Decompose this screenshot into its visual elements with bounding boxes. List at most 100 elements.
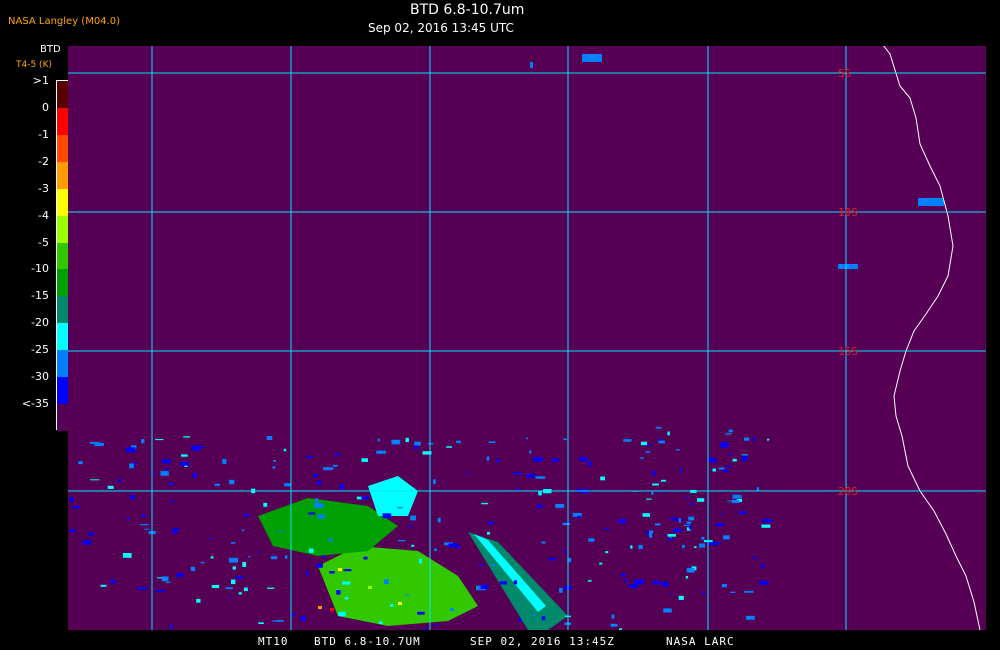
cloud-speckle — [229, 479, 235, 485]
cloud-speckle — [339, 484, 345, 490]
cloud-speckle — [180, 461, 189, 466]
cloud-speckle — [495, 459, 500, 462]
cloud-speckle — [228, 597, 233, 599]
cloud-speckle — [487, 531, 490, 535]
cloud-speckle — [314, 503, 325, 508]
cloud-speckle — [437, 517, 441, 523]
cloud-speckle — [69, 497, 74, 502]
cloud-speckle — [417, 611, 425, 615]
cloud-speckle — [228, 557, 238, 563]
cloud-speckle — [418, 558, 423, 564]
cloud-speckle — [155, 439, 164, 441]
cloud-speckle — [361, 496, 369, 500]
cloud-speckle — [683, 519, 686, 521]
satellite-map: 15W 10W 5W 0 5E 10E 5S 10S 15S 20S — [68, 46, 986, 630]
longitude-label: 10E — [840, 46, 860, 47]
cloud-speckle — [127, 517, 130, 521]
legend-label: 0 — [42, 100, 49, 114]
cloud-speckle — [306, 571, 309, 576]
footer-datetime: SEP 02, 2016 13:45Z — [470, 635, 615, 648]
cloud-speckle — [530, 62, 533, 68]
cloud-speckle — [243, 587, 248, 592]
cloud-speckle — [410, 515, 416, 521]
cloud-speckle — [645, 531, 649, 535]
cloud-speckle — [512, 472, 523, 475]
cloud-speckle — [678, 595, 684, 600]
cloud-speckle — [313, 474, 318, 478]
cloud-speckle — [738, 511, 747, 514]
cloud-speckle — [241, 529, 245, 532]
cloud-speckle — [667, 431, 670, 436]
cloud-speckle — [424, 627, 427, 630]
cloud-speckle — [532, 614, 536, 617]
cloud-speckle — [343, 569, 352, 572]
cloud-speckle — [541, 541, 546, 544]
cloud-speckle — [663, 608, 672, 613]
cloud-speckle — [499, 581, 507, 585]
cloud-speckle — [486, 456, 490, 461]
cloud-speckle — [582, 54, 602, 62]
cloud-speckle — [100, 584, 107, 587]
cloud-speckle — [599, 562, 603, 565]
legend-label: -10 — [31, 262, 49, 276]
cloud-speckle — [481, 502, 489, 505]
cloud-speckle — [753, 437, 757, 441]
cloud-speckle — [488, 521, 494, 525]
cloud-speckle — [605, 551, 609, 554]
cloud-speckle — [744, 437, 750, 441]
cloud-speckle — [384, 579, 389, 584]
cloud-speckle — [243, 514, 250, 517]
legend-unit: T4-5 (K) — [16, 60, 52, 70]
cloud-speckle — [682, 544, 685, 548]
cloud-speckle — [284, 483, 291, 487]
cloud-speckle — [715, 523, 725, 527]
cloud-speckle — [433, 479, 436, 484]
cloud-speckle — [196, 598, 201, 603]
cloud-speckle — [171, 499, 174, 503]
cloud-speckle — [492, 564, 496, 567]
cloud-speckle — [165, 467, 169, 471]
cloud-speckle — [155, 589, 165, 592]
cloud-speckle — [634, 579, 644, 585]
cloud-speckle — [466, 471, 469, 474]
cloud-speckle — [284, 555, 288, 559]
cloud-speckle — [338, 568, 342, 571]
cloud-speckle — [141, 514, 146, 518]
cloud-speckle — [398, 602, 402, 605]
cloud-speckle — [300, 616, 306, 621]
cloud-speckle — [480, 584, 489, 589]
cloud-speckle — [661, 479, 667, 482]
cloud-speckle — [308, 512, 316, 515]
cloud-speckle — [334, 453, 341, 456]
cloud-speckle — [129, 463, 134, 469]
cloud-speckle — [434, 624, 439, 626]
cloud-speckle — [411, 544, 415, 547]
cloud-speckle — [161, 459, 171, 464]
cloud-speckle — [630, 545, 633, 549]
cloud-speckle — [728, 453, 733, 455]
legend-label: -1 — [38, 127, 49, 141]
credit-label: NASA Langley (M04.0) — [8, 16, 120, 27]
legend-label: -30 — [31, 370, 49, 384]
legend-label: -15 — [31, 289, 49, 303]
cloud-speckle — [767, 438, 770, 441]
cloud-speckle — [88, 532, 94, 536]
cloud-speckle — [270, 556, 278, 560]
cloud-speckle — [72, 505, 80, 509]
cloud-speckle — [563, 550, 567, 553]
cloud-speckle — [308, 548, 314, 553]
cloud-speckle — [242, 562, 247, 567]
longitude-label: 5E — [702, 46, 715, 47]
cloud-speckle — [434, 548, 437, 551]
cloud-speckle — [732, 494, 739, 496]
cloud-speckle — [629, 584, 638, 588]
cloud-speckle — [685, 576, 689, 579]
cloud-speckle — [579, 457, 588, 462]
cloud-speckle — [278, 530, 283, 533]
cloud-speckle — [588, 538, 595, 542]
cloud-speckle — [258, 622, 264, 624]
latitude-label: 10S — [838, 206, 858, 219]
cloud-speckle — [555, 503, 565, 508]
cloud-speckle — [680, 468, 682, 473]
cloud-speckle — [176, 573, 184, 577]
